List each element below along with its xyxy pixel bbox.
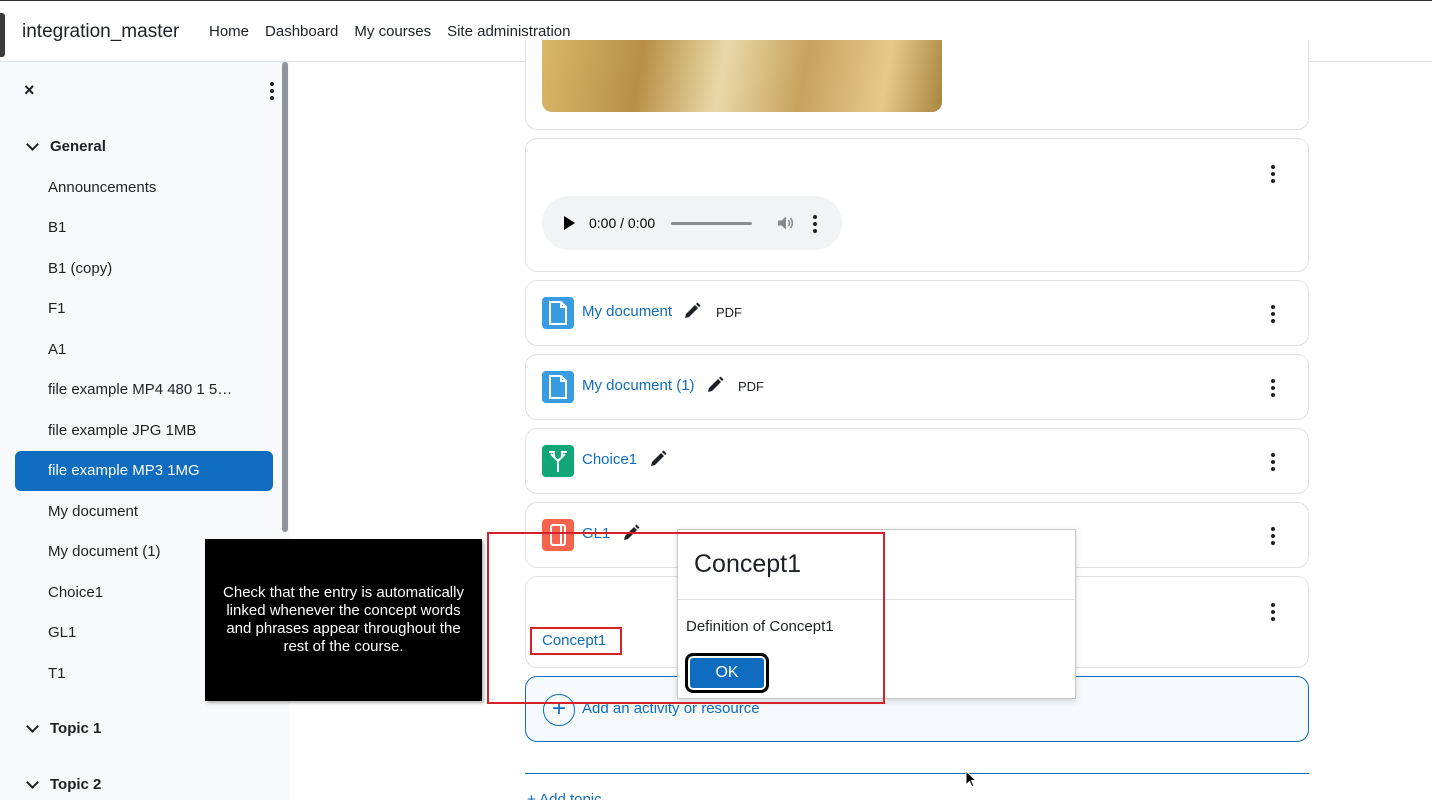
file-type-badge: PDF: [738, 379, 764, 394]
media-card: [525, 40, 1309, 130]
more-options-icon[interactable]: [1271, 603, 1275, 621]
audio-time: 0:00 / 0:00: [589, 215, 656, 231]
dialog-definition: Definition of Concept1: [686, 618, 834, 635]
file-icon: [542, 297, 574, 329]
edit-pencil-icon[interactable]: [706, 376, 724, 394]
glossary-autolink[interactable]: Concept1: [542, 632, 606, 649]
window-edge: [0, 13, 5, 57]
section-topic-2[interactable]: Topic 2: [26, 776, 101, 793]
volume-icon[interactable]: [776, 214, 794, 232]
activity-card: My document (1) PDF: [525, 354, 1309, 420]
file-icon: [542, 371, 574, 403]
plus-icon: +: [543, 694, 575, 726]
chevron-down-icon: [26, 776, 39, 789]
section-divider: [525, 773, 1309, 774]
course-index-item[interactable]: B1 (copy): [15, 249, 273, 289]
audio-more-icon[interactable]: [813, 215, 817, 233]
more-options-icon[interactable]: [1271, 527, 1275, 545]
chevron-down-icon: [26, 138, 39, 151]
section-general[interactable]: General: [26, 138, 106, 155]
chevron-down-icon: [26, 720, 39, 733]
edit-pencil-icon[interactable]: [622, 524, 640, 542]
nav-dashboard[interactable]: Dashboard: [265, 23, 338, 40]
section-title: Topic 1: [50, 720, 102, 737]
activity-link[interactable]: Choice1: [582, 451, 637, 468]
concept-dialog: Concept1 Definition of Concept1 OK: [677, 529, 1076, 699]
glossary-icon: [542, 519, 574, 551]
drawer-options-icon[interactable]: [264, 82, 280, 100]
dialog-title: Concept1: [694, 550, 802, 578]
course-index-item[interactable]: B1: [15, 208, 273, 248]
course-index-item-active[interactable]: file example MP3 1MG: [15, 451, 273, 491]
ok-button[interactable]: OK: [685, 653, 769, 693]
audio-player: 0:00 / 0:00: [542, 196, 842, 250]
audio-seek-bar[interactable]: [671, 222, 752, 225]
close-drawer-icon[interactable]: ×: [24, 80, 35, 101]
tutorial-callout: Check that the entry is automatically li…: [205, 539, 482, 701]
file-type-badge: PDF: [716, 305, 742, 320]
activity-link[interactable]: GL1: [582, 525, 610, 542]
activity-link[interactable]: My document (1): [582, 377, 695, 394]
nav-site-administration[interactable]: Site administration: [447, 23, 570, 40]
section-title: General: [50, 138, 106, 155]
more-options-icon[interactable]: [1271, 379, 1275, 397]
audio-card: 0:00 / 0:00: [525, 138, 1309, 272]
activity-card: Choice1: [525, 428, 1309, 494]
course-index-item[interactable]: A1: [15, 330, 273, 370]
mouse-cursor-icon: [965, 770, 977, 788]
course-index-item[interactable]: file example MP4 480 1 5…: [15, 370, 273, 410]
activity-link[interactable]: My document: [582, 303, 672, 320]
edit-pencil-icon[interactable]: [649, 450, 667, 468]
more-options-icon[interactable]: [1271, 165, 1275, 183]
course-index-item[interactable]: F1: [15, 289, 273, 329]
callout-text: Check that the entry is automatically li…: [223, 584, 464, 655]
section-title: Topic 2: [50, 776, 102, 793]
section-topic-1[interactable]: Topic 1: [26, 720, 101, 737]
nav-home[interactable]: Home: [209, 23, 249, 40]
course-index-item[interactable]: file example JPG 1MB: [15, 411, 273, 451]
primary-navigation: Home Dashboard My courses Site administr…: [209, 23, 587, 40]
more-options-icon[interactable]: [1271, 453, 1275, 471]
add-topic-link[interactable]: + Add topic: [527, 791, 602, 800]
choice-icon: [542, 445, 574, 477]
site-name[interactable]: integration_master: [22, 21, 179, 43]
dialog-divider: [678, 599, 1075, 600]
add-activity-label: Add an activity or resource: [582, 700, 760, 717]
video-thumbnail[interactable]: [542, 40, 942, 112]
course-index-item[interactable]: Announcements: [15, 168, 273, 208]
play-icon[interactable]: [564, 216, 575, 230]
drawer-scrollbar[interactable]: [282, 62, 288, 532]
more-options-icon[interactable]: [1271, 305, 1275, 323]
course-index-item[interactable]: My document: [15, 492, 273, 532]
activity-card: My document PDF: [525, 280, 1309, 346]
nav-my-courses[interactable]: My courses: [354, 23, 431, 40]
edit-pencil-icon[interactable]: [683, 302, 701, 320]
